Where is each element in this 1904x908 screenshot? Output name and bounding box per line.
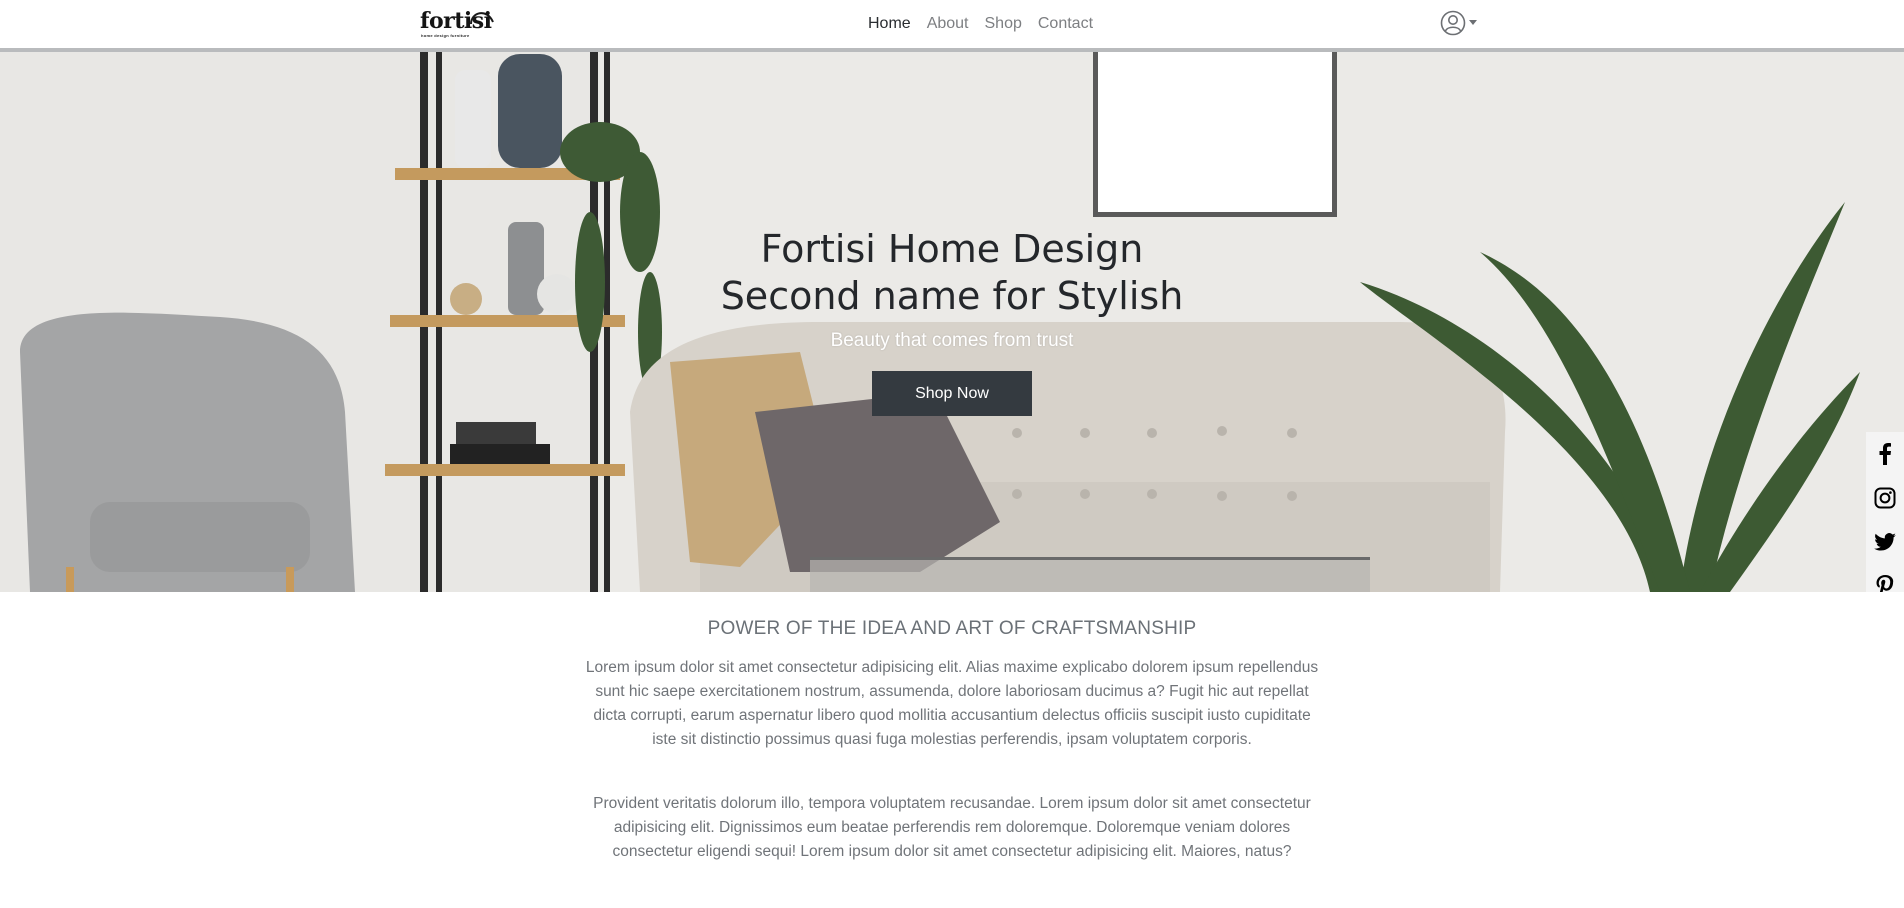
nav-contact-link[interactable]: Contact	[1030, 14, 1101, 34]
instagram-link[interactable]	[1866, 476, 1904, 520]
nav-home-link[interactable]: Home	[860, 14, 919, 34]
about-paragraph-2: Provident veritatis dolorum illo, tempor…	[593, 795, 1311, 860]
twitter-link[interactable]	[1866, 520, 1904, 564]
social-sidebar	[1866, 432, 1904, 592]
navbar: fortisi home design furniture Home About…	[0, 0, 1904, 52]
hero-title-line1: Fortisi Home Design	[760, 227, 1144, 271]
pinterest-icon	[1876, 575, 1894, 592]
hero-title: Fortisi Home Design Second name for Styl…	[652, 226, 1252, 320]
twitter-icon	[1874, 533, 1896, 551]
user-menu-dropdown[interactable]	[1440, 10, 1477, 36]
hero-banner: Fortisi Home Design Second name for Styl…	[0, 52, 1904, 592]
user-circle-icon	[1440, 10, 1466, 36]
nav-about-link[interactable]: About	[919, 14, 977, 34]
main-nav: Home About Shop Contact	[860, 14, 1101, 34]
shop-now-button[interactable]: Shop Now	[872, 371, 1032, 416]
chevron-down-icon	[1469, 19, 1477, 25]
hero-title-line2: Second name for Stylish	[720, 274, 1184, 318]
facebook-link[interactable]	[1866, 432, 1904, 476]
instagram-icon	[1874, 487, 1896, 509]
brand-logo[interactable]: fortisi home design furniture	[420, 6, 496, 40]
about-paragraph-1: Lorem ipsum dolor sit amet consectetur a…	[585, 659, 1319, 748]
facebook-icon	[1879, 443, 1891, 465]
hero-subtitle: Beauty that comes from trust	[830, 330, 1074, 351]
pinterest-link[interactable]	[1866, 564, 1904, 592]
logo-tagline: home design furniture	[421, 33, 470, 38]
hero-content: Fortisi Home Design Second name for Styl…	[652, 226, 1252, 416]
section-heading: POWER OF THE IDEA AND ART OF CRAFTSMANSH…	[707, 618, 1197, 639]
logo-text: fortisi	[420, 8, 492, 34]
nav-shop-link[interactable]: Shop	[977, 14, 1030, 34]
